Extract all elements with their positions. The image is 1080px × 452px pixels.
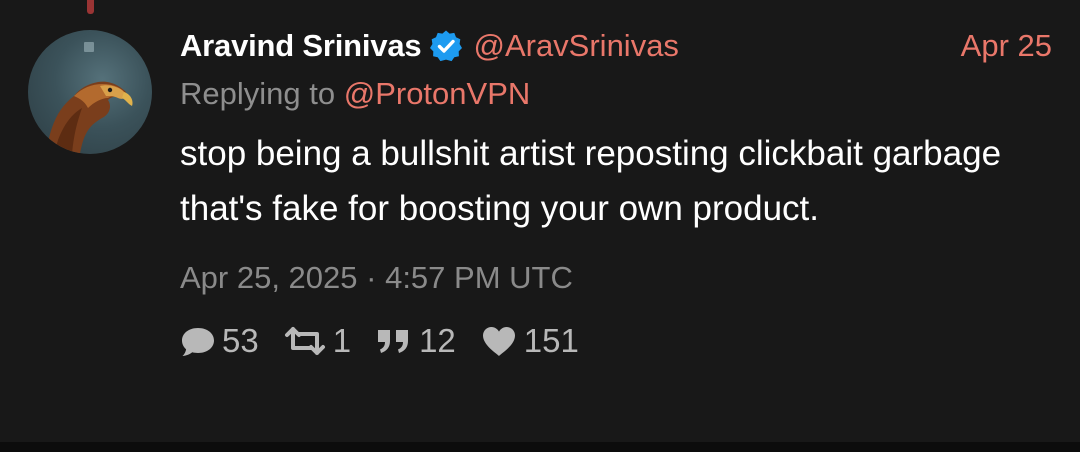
tweet-stats: 53 1 12 151: [180, 322, 1056, 360]
eagle-avatar-image: [46, 42, 133, 154]
bottom-divider: [0, 442, 1080, 452]
quote-count: 12: [419, 322, 456, 359]
tweet-page: Aravind Srinivas @AravSrinivas Apr 25 Re…: [0, 0, 1080, 452]
reply-count: 53: [222, 322, 259, 359]
retweet-icon: [284, 327, 325, 355]
thread-connector-line: [87, 0, 94, 14]
tweet-header: Aravind Srinivas @AravSrinivas Apr 25: [180, 24, 1056, 68]
quote-icon: [378, 330, 409, 353]
tweet-date-link[interactable]: Apr 25: [961, 28, 1052, 64]
tweet-timestamp[interactable]: Apr 25, 2025 · 4:57 PM UTC: [180, 260, 1056, 296]
retweet-stat[interactable]: 1: [283, 322, 351, 360]
like-stat[interactable]: 151: [480, 322, 579, 360]
replying-to-label: Replying to: [180, 76, 336, 111]
verified-badge-icon: [429, 29, 463, 63]
reply-stat[interactable]: 53: [180, 322, 259, 360]
like-count: 151: [523, 322, 579, 359]
replying-to-line: Replying to @ProtonVPN: [180, 76, 1056, 116]
tweet-text: stop being a bullshit artist reposting c…: [180, 134, 1002, 228]
heart-icon: [482, 327, 515, 356]
replying-to-handle[interactable]: @ProtonVPN: [344, 76, 531, 111]
retweet-count: 1: [332, 322, 352, 359]
tweet-body: Aravind Srinivas @AravSrinivas Apr 25 Re…: [180, 24, 1056, 360]
author-display-name[interactable]: Aravind Srinivas: [180, 28, 422, 64]
comment-icon: [182, 328, 214, 356]
avatar[interactable]: [28, 30, 152, 154]
author-handle[interactable]: @AravSrinivas: [473, 28, 678, 64]
quote-stat[interactable]: 12: [375, 322, 456, 360]
